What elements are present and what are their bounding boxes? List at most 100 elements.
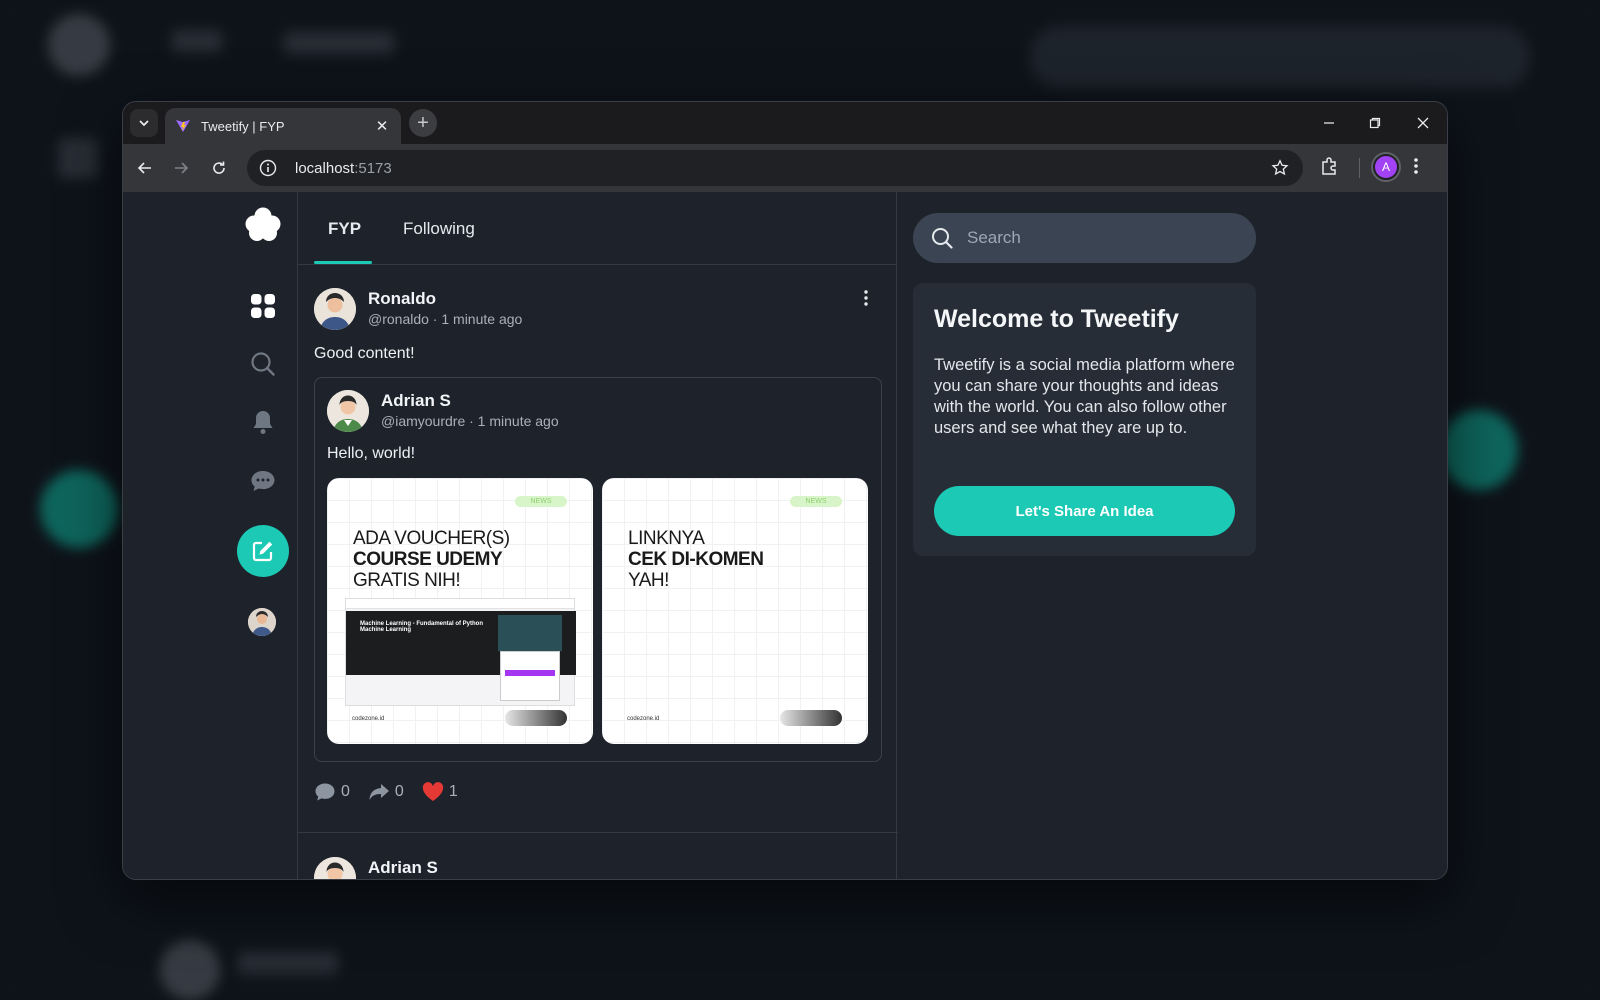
welcome-card: Welcome to Tweetify Tweetify is a social… [913,283,1256,556]
news-pill: NEWS [790,496,842,507]
puzzle-icon [1322,157,1336,175]
restore-button[interactable] [1363,111,1387,135]
brand-label: codezone.id [352,716,385,722]
tab-title: Tweetify | FYP [201,118,285,134]
post-divider [298,832,898,833]
post-options-button[interactable] [858,288,874,308]
user-avatar-icon [314,857,356,879]
quoted-text: Hello, world! [327,445,416,462]
profile-avatar[interactable]: A [1373,154,1399,180]
quoted-post[interactable]: Adrian S @iamyourdre · 1 minute ago Hell… [314,377,882,762]
tab-search-button[interactable] [130,109,158,137]
url-port: :5173 [354,159,392,177]
quoted-author-name[interactable]: Adrian S [381,390,559,412]
clover-logo-icon [245,207,281,241]
forward-button[interactable] [169,156,193,180]
main-feed: FYP Following Ronaldo @ronaldo · 1 minut… [297,192,898,879]
reload-button[interactable] [207,156,231,180]
post-text: Good content! [314,345,415,362]
bell-icon [253,411,273,434]
heart-icon [422,782,443,801]
decorative-pill [505,710,567,726]
feed-tabs: FYP Following [298,192,896,265]
brand-label: codezone.id [627,716,660,722]
close-icon [1417,117,1429,129]
back-button[interactable] [133,156,157,180]
sidebar-item-notifications[interactable] [237,396,289,448]
author-handle-time: @ronaldo · 1 minute ago [368,311,523,327]
post-card[interactable]: Adrian S [314,857,438,879]
edit-square-icon [252,541,273,562]
browser-menu-button[interactable] [1413,156,1419,181]
author-avatar[interactable] [314,288,356,330]
quoted-author-avatar[interactable] [327,390,369,432]
media-image[interactable]: NEWS LINKNYA CEK DI-KOMEN YAH! codezone.id [602,478,868,744]
user-avatar-icon [248,608,276,636]
author-avatar[interactable] [314,857,356,879]
active-tab-indicator [314,261,372,264]
address-bar[interactable]: localhost:5173 [247,150,1303,186]
repost-button[interactable]: 0 [368,782,404,802]
reload-icon [213,161,225,174]
search-bar[interactable] [913,213,1256,263]
app-page: FYP Following Ronaldo @ronaldo · 1 minut… [123,192,1447,879]
quoted-handle-time: @iamyourdre · 1 minute ago [381,413,559,429]
like-count: 1 [448,783,458,800]
sidebar-item-home[interactable] [237,280,289,332]
extensions-button[interactable] [1319,156,1339,181]
search-icon [251,352,275,376]
decorative-pill [780,710,842,726]
search-icon [932,228,953,249]
sidebar-item-messages[interactable] [237,455,289,507]
minimize-icon [1324,122,1334,124]
arrow-right-icon [175,162,189,174]
post-actions: 0 0 1 [314,782,458,802]
toolbar-divider [1359,158,1360,178]
close-window-button[interactable] [1411,111,1435,135]
grid-icon [251,294,275,318]
user-avatar-icon [327,390,369,432]
share-idea-button[interactable]: Let's Share An Idea [934,486,1235,536]
media-gallery: NEWS ADA VOUCHER(S) COURSE UDEMY GRATIS NI… [327,478,869,744]
comment-icon [315,783,335,801]
tab-strip: Tweetify | FYP ✕ + [123,102,1447,144]
image-headline: ADA VOUCHER(S) COURSE UDEMY GRATIS NIH! [353,528,510,591]
arrow-left-icon [137,162,151,174]
post-card[interactable]: Ronaldo @ronaldo · 1 minute ago Good con… [314,288,882,762]
more-vertical-icon [1414,158,1418,174]
search-input[interactable] [967,228,1217,248]
sidebar-item-search[interactable] [237,338,289,390]
author-name[interactable]: Adrian S [368,857,438,879]
image-headline: LINKNYA CEK DI-KOMEN YAH! [628,528,764,591]
browser-window: Tweetify | FYP ✕ + localhost:5173 A FYP… [122,101,1448,880]
author-name[interactable]: Ronaldo [368,288,522,310]
tab-following[interactable]: Following [403,219,475,239]
info-icon[interactable] [259,159,277,177]
restore-icon [1369,117,1381,129]
udemy-screenshot: Machine Learning - Fundamental of Python… [345,598,576,706]
like-button[interactable]: 1 [422,782,458,802]
minimize-button[interactable] [1317,111,1341,135]
tab-close-icon[interactable]: ✕ [373,117,391,135]
news-pill: NEWS [515,496,567,507]
comment-button[interactable]: 0 [314,782,350,802]
compose-button[interactable] [237,525,289,577]
left-sidebar [233,192,297,879]
chevron-down-icon [139,120,149,127]
new-tab-button[interactable]: + [409,109,437,137]
browser-tab[interactable]: Tweetify | FYP ✕ [165,108,401,144]
welcome-title: Welcome to Tweetify [934,305,1179,333]
vite-favicon-icon [176,120,190,132]
media-image[interactable]: NEWS ADA VOUCHER(S) COURSE UDEMY GRATIS NI… [327,478,593,744]
welcome-body: Tweetify is a social media platform wher… [934,356,1235,437]
chat-bubble-icon [251,471,275,491]
logo-button[interactable] [237,199,289,251]
comment-count: 0 [341,783,350,800]
user-avatar-icon [314,288,356,330]
profile-avatar-sidebar[interactable] [248,608,276,636]
repost-count: 0 [394,783,404,800]
bookmark-star-icon[interactable] [1271,159,1289,177]
tab-fyp[interactable]: FYP [328,219,361,239]
url-host: localhost [295,159,355,177]
browser-toolbar: localhost:5173 A [123,144,1447,192]
